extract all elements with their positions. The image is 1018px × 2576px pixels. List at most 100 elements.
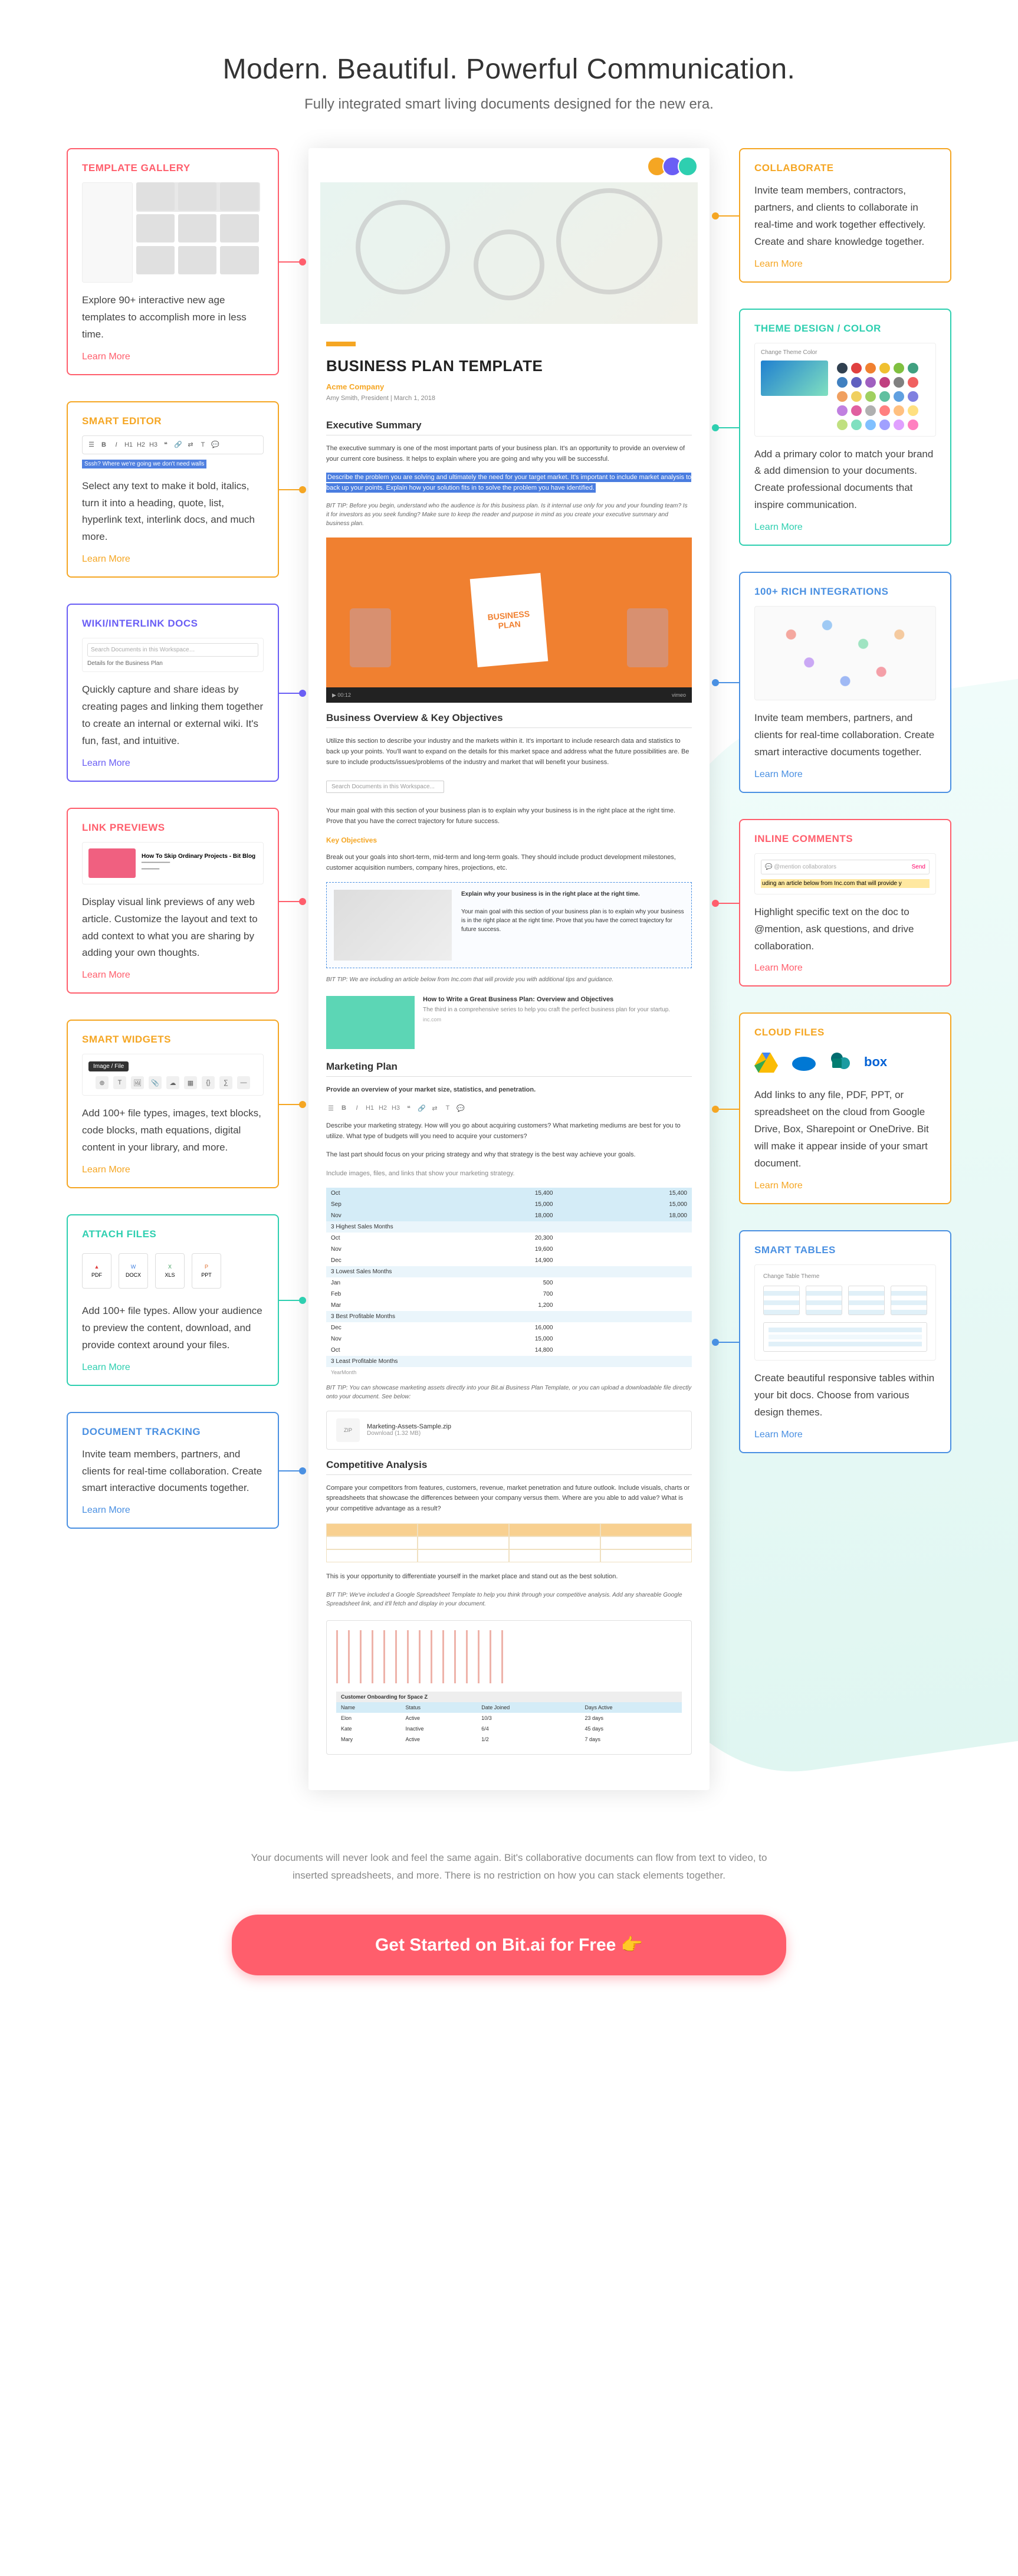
connector-line: [715, 903, 739, 904]
connector-line: [279, 1300, 303, 1301]
table-cell: [557, 1300, 692, 1311]
doc-title: BUSINESS PLAN TEMPLATE: [326, 357, 692, 375]
card-description: Display visual link previews of any web …: [82, 894, 264, 962]
link-preview-card[interactable]: How to Write a Great Business Plan: Over…: [326, 996, 692, 1049]
table-cell: Oct: [326, 1345, 423, 1356]
comment-icon[interactable]: 💬: [456, 1103, 465, 1113]
marketing-p4: Include images, files, and links that sh…: [326, 1169, 692, 1179]
link-preview-desc: The third in a comprehensive series to h…: [423, 1007, 670, 1013]
learn-more-link[interactable]: Learn More: [754, 259, 803, 270]
feature-card-collaborate: COLLABORATE Invite team members, contract…: [739, 148, 951, 283]
feature-card-template-gallery: TEMPLATE GALLERYExplore 90+ interactive …: [67, 148, 279, 375]
feature-card-integrations: 100+ RICH IntegrationsInvite team member…: [739, 572, 951, 793]
card-title: CLOUD FILES: [754, 1027, 936, 1038]
table-cell: [557, 1322, 692, 1333]
link-preview-title: How to Write a Great Business Plan: Over…: [423, 996, 670, 1003]
connector-line: [279, 1104, 303, 1105]
hand-right: [627, 608, 668, 667]
doc-meta: Amy Smith, President | March 1, 2018: [326, 395, 692, 402]
learn-more-link[interactable]: Learn More: [754, 1181, 803, 1191]
connector-line: [715, 215, 739, 217]
file-icons-thumbnail: ▲PDFWDOCXXXLSPPPT: [82, 1248, 264, 1293]
learn-more-link[interactable]: Learn More: [754, 963, 803, 974]
learn-more-link[interactable]: Learn More: [754, 769, 803, 780]
card-title: 100+ RICH Integrations: [754, 586, 936, 598]
table-cell: Oct: [326, 1188, 423, 1199]
section-business-overview: Business Overview & Key Objectives: [326, 712, 692, 728]
text-icon[interactable]: T: [443, 1103, 452, 1113]
table-cell: Dec: [326, 1322, 423, 1333]
table-cell: 15,000: [423, 1333, 557, 1345]
learn-more-link[interactable]: Learn More: [82, 352, 130, 362]
onedrive-icon: [791, 1053, 817, 1071]
learn-more-link[interactable]: Learn More: [82, 758, 130, 769]
card-description: Explore 90+ interactive new age template…: [82, 292, 264, 343]
exec-paragraph: The executive summary is one of the most…: [326, 444, 692, 464]
learn-more-link[interactable]: Learn More: [82, 970, 130, 981]
sheet-cell: Kate: [336, 1723, 401, 1734]
card-description: Add 100+ file types, images, text blocks…: [82, 1105, 264, 1156]
card-description: Add 100+ file types. Allow your audience…: [82, 1303, 264, 1354]
widget-thumbnail: Image / File⊕T🖼📎☁▦{}∑—: [82, 1054, 264, 1096]
gallery-thumbnail: [82, 182, 264, 283]
sharepoint-icon: [830, 1051, 851, 1073]
video-controls[interactable]: ▶ 00:12 vimeo: [326, 687, 692, 703]
table-cell: 14,900: [423, 1255, 557, 1266]
sheet-table: Customer Onboarding for Space Z NameStat…: [336, 1692, 682, 1745]
learn-more-link[interactable]: Learn More: [82, 1505, 130, 1516]
sheet-header: Status: [401, 1702, 477, 1713]
learn-more-link[interactable]: Learn More: [82, 1362, 130, 1373]
card-title: SMART EDITOR: [82, 415, 264, 427]
quote-icon[interactable]: ❝: [404, 1103, 413, 1113]
table-cell: 500: [423, 1277, 557, 1289]
sheet-cell: 6/4: [477, 1723, 580, 1734]
link-icon[interactable]: 🔗: [417, 1103, 426, 1113]
table-cell: 18,000: [557, 1210, 692, 1221]
sheet-cell: 10/3: [477, 1713, 580, 1723]
card-title: INLINE COMMENTS: [754, 833, 936, 845]
accent-bar: [326, 342, 356, 346]
table-cell: Jan: [326, 1277, 423, 1289]
card-description: Invite team members, contractors, partne…: [754, 182, 936, 251]
image-embed-block[interactable]: Explain why your business is in the righ…: [326, 882, 692, 968]
learn-more-link[interactable]: Learn More: [754, 1430, 803, 1440]
card-title: COLLABORATE: [754, 162, 936, 174]
cta-button[interactable]: Get Started on Bit.ai for Free 👉: [232, 1915, 786, 1975]
list-icon[interactable]: ☰: [326, 1103, 336, 1113]
italic-icon[interactable]: I: [352, 1103, 362, 1113]
h2-icon[interactable]: H2: [378, 1103, 388, 1113]
text-toolbar[interactable]: ☰ B I H1 H2 H3 ❝ 🔗 ⇄ T 💬: [326, 1103, 692, 1113]
sheet-chart: [336, 1630, 509, 1683]
table-cell: 16,000: [423, 1322, 557, 1333]
interlink-icon[interactable]: ⇄: [430, 1103, 439, 1113]
collaborator-avatars: [308, 148, 710, 182]
avatar[interactable]: [678, 156, 698, 176]
feature-card-attach-files: ATTACH FILES ▲PDFWDOCXXXLSPPPT Add 100+ fi…: [67, 1214, 279, 1386]
play-icon[interactable]: ▶ 00:12: [332, 692, 351, 699]
h3-icon[interactable]: H3: [391, 1103, 400, 1113]
table-cell: [557, 1277, 692, 1289]
card-description: Add links to any file, PDF, PPT, or spre…: [754, 1087, 936, 1172]
learn-more-link[interactable]: Learn More: [82, 1165, 130, 1175]
table-cell: Mar: [326, 1300, 423, 1311]
marketing-p3: The last part should focus on your prici…: [326, 1150, 692, 1161]
embed-body: Your main goal with this section of your…: [461, 909, 684, 933]
section-executive-summary: Executive Summary: [326, 419, 692, 435]
learn-more-link[interactable]: Learn More: [754, 522, 803, 533]
doc-search-input[interactable]: Search Documents in this Workspace...: [326, 781, 444, 793]
document-preview: BUSINESS PLAN TEMPLATE Acme Company Amy …: [308, 148, 710, 1790]
feature-card-wiki: WIKI/INTERLINK DOCSSearch Documents in t…: [67, 604, 279, 782]
table-section: 3 Highest Sales Months: [326, 1221, 692, 1233]
video-embed[interactable]: BUSINESS PLAN ▶ 00:12 vimeo: [326, 538, 692, 703]
table-cell: Oct: [326, 1233, 423, 1244]
learn-more-link[interactable]: Learn More: [82, 554, 130, 565]
table-cell: [557, 1255, 692, 1266]
doc-banner-image: [320, 182, 698, 324]
marketing-p2: Describe your marketing strategy. How wi…: [326, 1121, 692, 1142]
connector-line: [279, 261, 303, 263]
spreadsheet-embed[interactable]: Customer Onboarding for Space Z NameStat…: [326, 1620, 692, 1755]
h1-icon[interactable]: H1: [365, 1103, 375, 1113]
file-attachment[interactable]: ZIP Marketing-Assets-Sample.zip Download…: [326, 1411, 692, 1450]
card-title: ATTACH FILES: [82, 1228, 264, 1240]
bold-icon[interactable]: B: [339, 1103, 349, 1113]
